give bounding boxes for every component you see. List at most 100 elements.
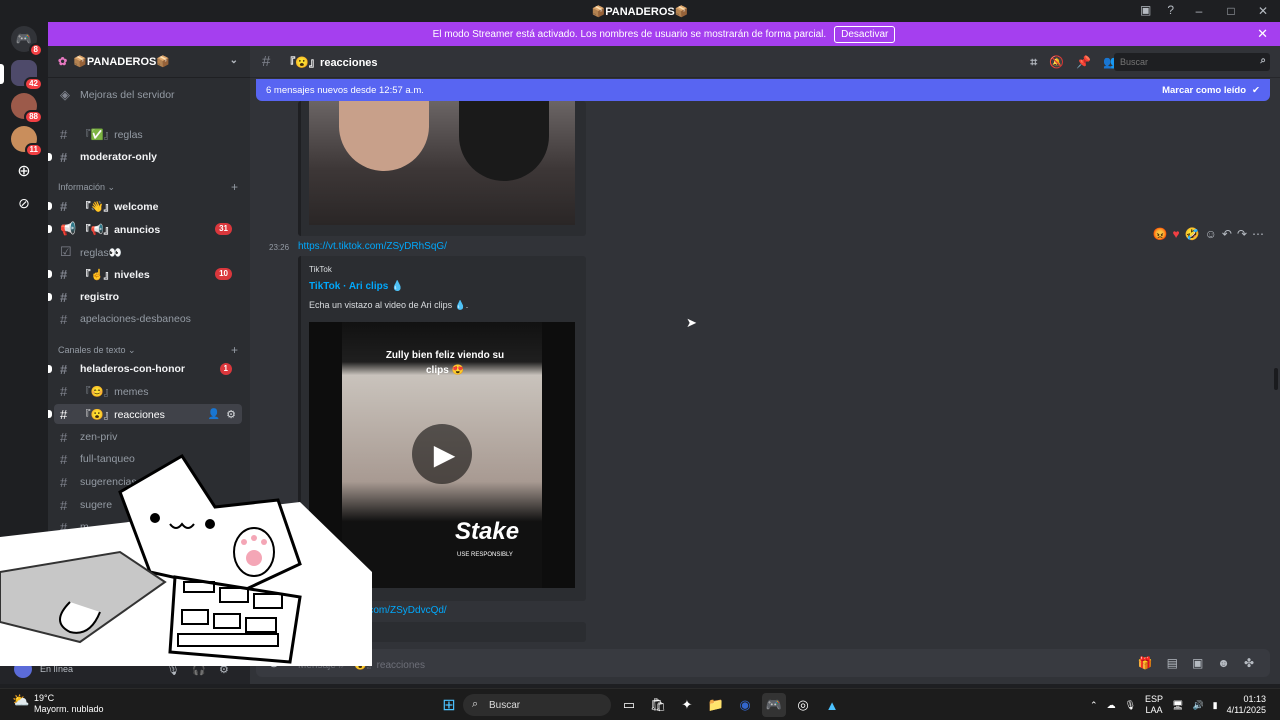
channel-registro[interactable]: # registro	[48, 287, 242, 307]
boosts-item[interactable]: ◈ Mejoras del servidor	[54, 85, 242, 105]
channel-m[interactable]: # m	[54, 517, 242, 537]
store-icon[interactable]: 🛍	[646, 693, 670, 717]
unread-pill	[48, 153, 52, 161]
channel-moderator-only[interactable]: # moderator-only	[48, 147, 242, 167]
message-embed	[298, 101, 586, 236]
channel-anuncios[interactable]: 📢 『📢』anuncios 31	[48, 219, 242, 239]
inbox-icon[interactable]: ▣	[1140, 3, 1151, 17]
threads-icon[interactable]: ⌗	[1030, 55, 1037, 70]
channel-reglas2[interactable]: ☑ reglas👀	[54, 242, 242, 262]
gift-icon[interactable]: 🎁	[1138, 656, 1153, 670]
reaction-1-icon[interactable]: 😡	[1153, 227, 1168, 241]
guild-header[interactable]: ✿ 📦PANADEROS📦 ⌄	[48, 46, 250, 78]
photos-icon[interactable]: ▲	[820, 693, 844, 717]
close-window-button[interactable]: ✕	[1256, 3, 1270, 19]
server-icon-2[interactable]: 88	[11, 93, 43, 124]
volume-icon[interactable]: 🔊	[1192, 700, 1203, 711]
category-canales-texto[interactable]: Canales de texto ⌄	[58, 345, 136, 356]
message-composer[interactable]: ⊕ Mensaje #『😮』reacciones 🎁 ▤ ▣ ☻ ✤	[256, 649, 1270, 677]
new-messages-bar[interactable]: 6 mensajes nuevos desde 12:57 a.m. Marca…	[256, 79, 1270, 101]
start-button[interactable]: ⊞	[437, 693, 461, 717]
channel-zen-priv[interactable]: # zen-priv	[54, 427, 242, 447]
attach-icon[interactable]: ⊕	[268, 654, 280, 671]
pin-icon[interactable]: 📌	[1076, 55, 1091, 70]
microphone-icon[interactable]: 🎙	[166, 663, 180, 676]
taskbar-search[interactable]: ⌕ Buscar	[463, 694, 611, 716]
channel-label: 『✅』reglas	[80, 128, 143, 141]
network-icon[interactable]: 🖥	[1172, 700, 1183, 711]
hash-icon: #	[60, 289, 68, 305]
reply-icon[interactable]: ↶	[1222, 227, 1232, 241]
language-indicator[interactable]: ESP LAA	[1145, 694, 1163, 716]
gear-icon[interactable]: ⚙	[226, 408, 236, 421]
hash-icon: #	[60, 311, 68, 327]
clock[interactable]: 01:13 4/11/2025	[1227, 694, 1266, 716]
search-input[interactable]	[1114, 53, 1270, 71]
hash-icon: #	[60, 497, 68, 513]
onedrive-icon[interactable]: ☁	[1107, 700, 1116, 711]
mark-read-button[interactable]: Marcar como leído	[1162, 85, 1246, 96]
channel-heladeros[interactable]: # heladeros-con-honor 1	[48, 359, 242, 379]
avatar[interactable]	[14, 660, 32, 678]
minimize-button[interactable]: –	[1192, 3, 1206, 19]
category-informacion[interactable]: Información ⌄	[58, 182, 115, 193]
server-icon-3[interactable]: 11	[11, 126, 43, 157]
chevron-up-icon[interactable]: ⌃	[1090, 700, 1098, 711]
hash-icon: #	[60, 383, 68, 399]
embed-video[interactable]: Zully bien feliz viendo su clips 😍 Stake…	[309, 322, 575, 588]
channel-label: m	[80, 521, 89, 533]
mic-tray-icon[interactable]: 🎙	[1125, 700, 1136, 711]
explore-button[interactable]: ⊘	[11, 190, 37, 216]
channel-sugerencias[interactable]: # sugerencias	[54, 472, 242, 492]
hash-icon: #	[60, 429, 68, 445]
channel-reacciones[interactable]: # 『😮』reacciones 👤 ⚙	[48, 404, 242, 424]
next-embed	[298, 622, 586, 642]
create-channel-icon[interactable]: +	[231, 343, 238, 357]
deactivate-streamer-button[interactable]: Desactivar	[834, 25, 896, 43]
add-server-button[interactable]: ⊕	[11, 158, 37, 184]
headphones-icon[interactable]: 🎧	[192, 663, 206, 676]
settings-icon[interactable]: ⚙	[219, 663, 229, 676]
weather-widget[interactable]: ⛅ 19°C Mayorm. nublado	[12, 693, 104, 715]
channel-apelaciones[interactable]: # apelaciones-desbaneos	[54, 309, 242, 329]
channel-niveles[interactable]: # 『☝』niveles 10	[48, 264, 242, 284]
laugh-reaction-icon[interactable]: 🤣	[1185, 227, 1200, 241]
help-icon[interactable]: ?	[1167, 3, 1174, 17]
unread-pill	[48, 293, 52, 301]
close-banner-icon[interactable]: ✕	[1257, 26, 1268, 42]
add-reaction-icon[interactable]: ☺	[1205, 227, 1217, 241]
channel-full-tanqueo[interactable]: # full-tanqueo	[54, 449, 242, 469]
channel-label: full-tanqueo	[80, 453, 135, 465]
add-member-icon[interactable]: 👤	[208, 409, 220, 420]
embed-title[interactable]: TikTok · Ari clips 💧	[309, 281, 404, 292]
notifications-icon[interactable]: 🔕	[1049, 55, 1064, 70]
app-icon[interactable]: ◎	[791, 693, 815, 717]
tiktok-embed: TikTok TikTok · Ari clips 💧 Echa un vist…	[298, 256, 586, 601]
create-channel-icon[interactable]: +	[231, 180, 238, 194]
task-view-icon[interactable]: ▭	[617, 693, 641, 717]
play-button[interactable]: ▶	[412, 424, 472, 484]
heart-reaction-icon[interactable]: ♥	[1173, 227, 1180, 241]
server-icon-panaderos[interactable]: 42	[11, 60, 43, 91]
message-link[interactable]: ...com/ZSyDdvcQd/	[360, 605, 447, 616]
gif-icon[interactable]: ▤	[1167, 656, 1178, 670]
discord-home-button[interactable]: 🎮 8	[11, 26, 43, 57]
forward-icon[interactable]: ↷	[1237, 227, 1247, 241]
embed-video-thumbnail[interactable]	[309, 101, 575, 225]
channel-memes[interactable]: # 『😊』memes	[54, 381, 242, 401]
sticker-icon[interactable]: ▣	[1192, 656, 1203, 670]
edge-icon[interactable]: ◉	[733, 693, 757, 717]
apps-icon[interactable]: ✤	[1244, 656, 1254, 670]
channel-sugerencias-2[interactable]: # sugere	[54, 495, 242, 515]
copilot-icon[interactable]: ✦	[675, 693, 699, 717]
channel-reglas[interactable]: # 『✅』reglas	[54, 124, 242, 144]
emoji-icon[interactable]: ☻	[1217, 656, 1230, 670]
more-icon[interactable]: ⋯	[1252, 227, 1264, 241]
channel-welcome[interactable]: # 『👋』welcome	[48, 196, 242, 216]
message-link[interactable]: https://vt.tiktok.com/ZSyDRhSqG/	[298, 241, 447, 252]
battery-icon[interactable]: ▮	[1213, 700, 1218, 711]
chat-scrollbar[interactable]	[1274, 368, 1278, 390]
file-explorer-icon[interactable]: 📁	[704, 693, 728, 717]
maximize-button[interactable]: □	[1224, 3, 1238, 19]
discord-taskbar-icon[interactable]: 🎮	[762, 693, 786, 717]
